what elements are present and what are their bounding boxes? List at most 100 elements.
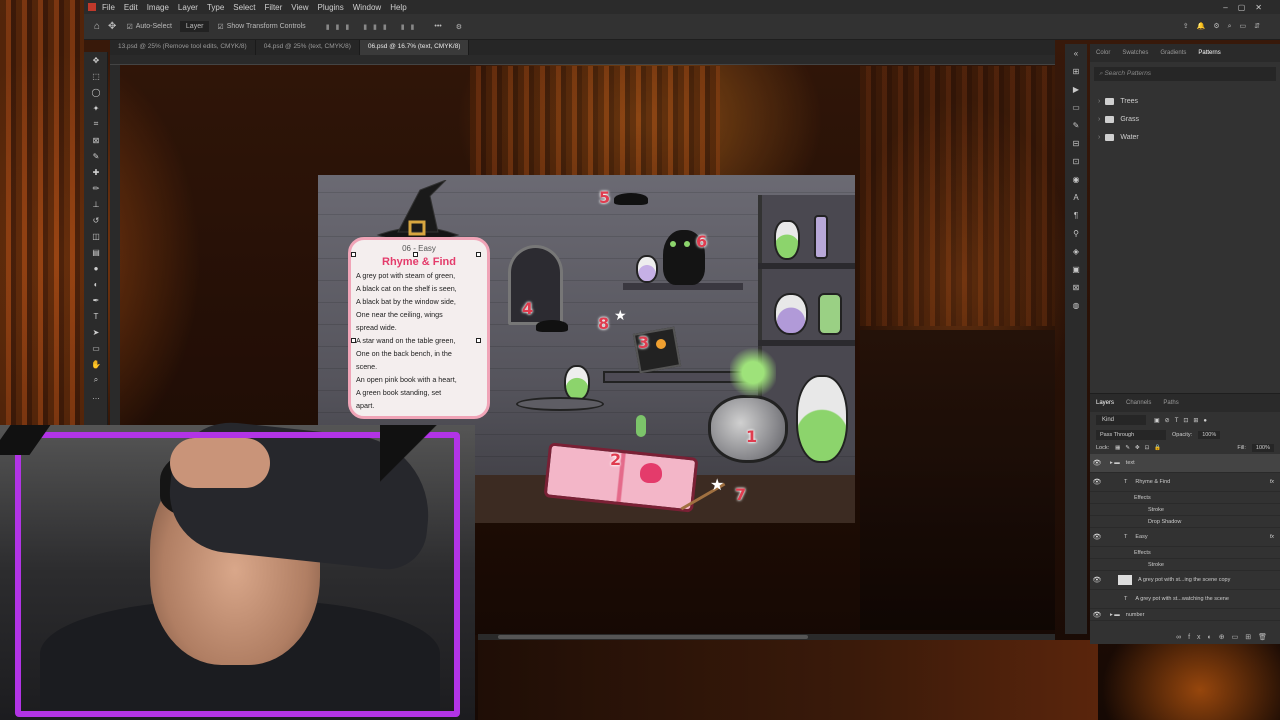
menu-view[interactable]: View xyxy=(291,3,308,12)
move-tool-icon[interactable]: ✥ xyxy=(108,21,116,32)
menu-layer[interactable]: Layer xyxy=(178,3,198,12)
layer-effect-row[interactable]: Stroke xyxy=(1090,559,1280,571)
eye-icon[interactable]: 👁 xyxy=(1090,533,1104,541)
transform-handle[interactable] xyxy=(351,338,356,343)
marquee-tool-icon[interactable]: ⬚ xyxy=(84,68,108,84)
clone-source-icon[interactable]: ⊡ xyxy=(1065,152,1087,170)
folder-water[interactable]: › Water xyxy=(1090,128,1280,146)
tab-patterns[interactable]: Patterns xyxy=(1192,50,1226,56)
menu-plugins[interactable]: Plugins xyxy=(318,3,344,12)
search-patterns-input[interactable]: ⌕ Search Patterns xyxy=(1094,67,1276,81)
fill-input[interactable]: 100% xyxy=(1251,444,1274,452)
move-tool-icon[interactable]: ✥ xyxy=(84,52,108,68)
transform-handle[interactable] xyxy=(351,252,356,257)
blur-tool-icon[interactable]: ● xyxy=(84,260,108,276)
layer-row-group[interactable]: 👁 ▸ ▬ number xyxy=(1090,609,1280,621)
brush-settings-icon[interactable]: ✎ xyxy=(1065,116,1087,134)
rhyme-find-card[interactable]: 06 - Easy Rhyme & Find A grey pot with s… xyxy=(348,237,490,419)
menu-type[interactable]: Type xyxy=(207,3,224,12)
expand-icon[interactable]: « xyxy=(1065,44,1087,62)
history-icon[interactable]: ⊞ xyxy=(1065,62,1087,80)
styles-icon[interactable]: ◉ xyxy=(1065,170,1087,188)
home-icon[interactable]: ⌂ xyxy=(94,21,100,32)
tab-paths[interactable]: Paths xyxy=(1157,400,1184,406)
menu-select[interactable]: Select xyxy=(233,3,255,12)
transform-checkbox[interactable]: ☑ xyxy=(217,23,223,31)
tab-color[interactable]: Color xyxy=(1090,50,1116,56)
shape-tool-icon[interactable]: ▭ xyxy=(84,340,108,356)
layer-effect-row[interactable]: Drop Shadow xyxy=(1090,516,1280,528)
more-icon[interactable]: ••• xyxy=(434,23,441,30)
brush-tool-icon[interactable]: ✏ xyxy=(84,180,108,196)
libraries-icon[interactable]: ⊠ xyxy=(1065,278,1087,296)
eye-icon[interactable]: 👁 xyxy=(1090,576,1104,584)
menu-file[interactable]: File xyxy=(102,3,115,12)
scroll-thumb[interactable] xyxy=(498,635,808,639)
properties-icon[interactable]: ◍ xyxy=(1065,296,1087,314)
play-icon[interactable]: ▶ xyxy=(1065,80,1087,98)
image-icon[interactable]: ▣ xyxy=(1065,260,1087,278)
frame-tool-icon[interactable]: ⊠ xyxy=(84,132,108,148)
layer-effect-row[interactable]: Stroke xyxy=(1090,504,1280,516)
character-icon[interactable]: A xyxy=(1065,188,1087,206)
tab-layers[interactable]: Layers xyxy=(1090,400,1120,406)
transform-handle[interactable] xyxy=(476,338,481,343)
glyphs-icon[interactable]: ⚲ xyxy=(1065,224,1087,242)
layer-row-text[interactable]: 👁 T Rhyme & Find fx xyxy=(1090,473,1280,492)
menu-image[interactable]: Image xyxy=(147,3,169,12)
top-right-icons[interactable]: ⇪🔔⚙⌕▭⇵ xyxy=(1183,22,1268,31)
clone-stamp-icon[interactable]: ⊥ xyxy=(84,196,108,212)
layer-effects-row[interactable]: Effects xyxy=(1090,492,1280,504)
fx-badge[interactable]: fx xyxy=(1270,534,1274,540)
filter-icons[interactable]: ▣⊘T⊡⊞● xyxy=(1154,417,1212,424)
auto-select-checkbox[interactable]: ☑ xyxy=(126,23,132,31)
tab-gradients[interactable]: Gradients xyxy=(1154,50,1192,56)
layer-actions-icons[interactable]: ∞fx◐⊕▭⊞🗑 xyxy=(1176,633,1274,641)
folder-trees[interactable]: › Trees xyxy=(1090,92,1280,110)
blend-mode-dropdown[interactable]: Pass Through xyxy=(1096,430,1166,440)
adjust-icon[interactable]: ⊟ xyxy=(1065,134,1087,152)
healing-brush-icon[interactable]: ✚ xyxy=(84,164,108,180)
menu-edit[interactable]: Edit xyxy=(124,3,138,12)
lasso-tool-icon[interactable]: ◯ xyxy=(84,84,108,100)
folder-grass[interactable]: › Grass xyxy=(1090,110,1280,128)
eye-icon[interactable]: 👁 xyxy=(1090,459,1104,467)
layer-row-group[interactable]: 👁 ▸ ▬ text xyxy=(1090,454,1280,473)
eye-icon[interactable]: 👁 xyxy=(1090,478,1104,486)
eyedropper-icon[interactable]: ✎ xyxy=(84,148,108,164)
layer-row-text[interactable]: T A grey pot with st...watching the scene xyxy=(1090,590,1280,609)
difficulty-label[interactable]: 06 - Easy xyxy=(351,244,487,253)
shapes-icon[interactable]: ◈ xyxy=(1065,242,1087,260)
tab-06psd[interactable]: 06.psd @ 16.7% (text, CMYK/8) xyxy=(359,40,470,55)
menu-filter[interactable]: Filter xyxy=(265,3,283,12)
pen-tool-icon[interactable]: ✒ xyxy=(84,292,108,308)
zoom-tool-icon[interactable]: ⌕ xyxy=(84,372,108,388)
eraser-icon[interactable]: ◫ xyxy=(84,228,108,244)
type-tool-icon[interactable]: T xyxy=(84,308,108,324)
history-brush-icon[interactable]: ↺ xyxy=(84,212,108,228)
paragraph-icon[interactable]: ¶ xyxy=(1065,206,1087,224)
tab-channels[interactable]: Channels xyxy=(1120,400,1157,406)
transform-handle[interactable] xyxy=(476,252,481,257)
auto-select-dropdown[interactable]: Layer xyxy=(179,21,210,32)
layer-row-text[interactable]: 👁 T Easy fx xyxy=(1090,528,1280,547)
magic-wand-icon[interactable]: ✦ xyxy=(84,100,108,116)
opacity-input[interactable]: 100% xyxy=(1198,431,1221,439)
window-controls[interactable]: –▢✕ xyxy=(1223,3,1272,12)
tab-04psd[interactable]: 04.psd @ 25% (text, CMYK/8) xyxy=(256,40,360,55)
tab-swatches[interactable]: Swatches xyxy=(1116,50,1154,56)
layer-row-smart[interactable]: 👁 A grey pot with st...ing the scene copy xyxy=(1090,571,1280,590)
tab-13psd[interactable]: 13.psd @ 25% (Remove tool edits, CMYK/8) xyxy=(110,40,256,55)
fx-badge[interactable]: fx xyxy=(1270,479,1274,485)
crop-tool-icon[interactable]: ⌗ xyxy=(84,116,108,132)
kind-filter-dropdown[interactable]: Kind xyxy=(1096,415,1146,425)
hand-tool-icon[interactable]: ✋ xyxy=(84,356,108,372)
gradient-tool-icon[interactable]: ▤ xyxy=(84,244,108,260)
horizontal-scrollbar[interactable] xyxy=(478,634,1055,640)
card-title[interactable]: Rhyme & Find xyxy=(351,256,487,268)
menu-help[interactable]: Help xyxy=(390,3,406,12)
path-select-icon[interactable]: ➤ xyxy=(84,324,108,340)
align-icons[interactable]: ▮▮▮ ▮▮▮ ▮▮ xyxy=(326,23,421,31)
comment-icon[interactable]: ▭ xyxy=(1065,98,1087,116)
transform-handle[interactable] xyxy=(413,252,418,257)
